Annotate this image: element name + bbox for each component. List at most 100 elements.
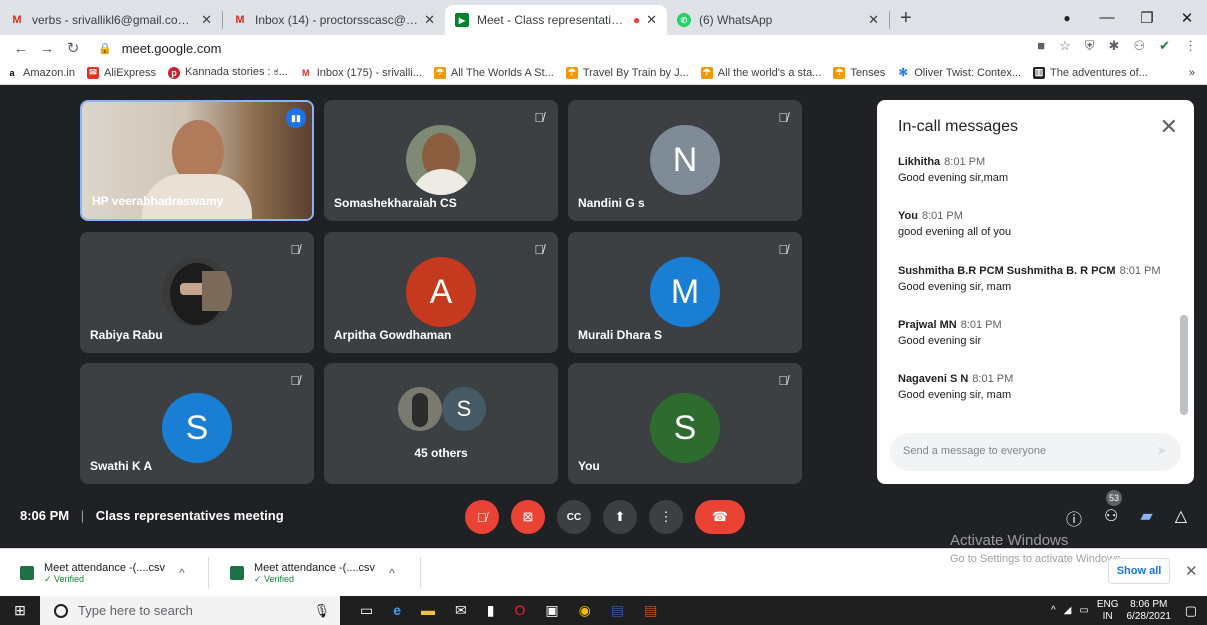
site-icon: ☂ — [700, 66, 713, 79]
more-bookmarks-icon[interactable]: » — [1189, 67, 1195, 79]
bookmark-worlds[interactable]: ☂ All The Worlds A St... — [433, 66, 554, 79]
chevron-up-icon[interactable]: ^ — [389, 566, 395, 580]
camera-off-button[interactable]: ⊠ — [511, 500, 545, 534]
chrome-icon[interactable]: ◉ — [579, 602, 591, 619]
system-clock[interactable]: 8:06 PM 6/28/2021 — [1127, 599, 1172, 623]
word-icon[interactable]: ▤ — [611, 602, 624, 619]
puzzle-icon[interactable]: ✱ — [1109, 38, 1120, 54]
download-filename: Meet attendance -(....csv — [254, 561, 376, 574]
participant-tile[interactable]: ▮▮ HP veerabhadraswamy — [80, 100, 314, 221]
forward-button[interactable]: → — [34, 40, 60, 57]
show-all-button[interactable]: Show all — [1108, 558, 1170, 584]
chevron-up-icon[interactable]: ^ — [179, 566, 185, 580]
present-screen-button[interactable]: ⬆ — [603, 500, 637, 534]
participant-tile[interactable]: 🎙̸ A Arpitha Gowdhaman — [324, 232, 558, 353]
back-button[interactable]: ← — [8, 40, 34, 57]
powerpoint-icon[interactable]: ▤ — [644, 602, 657, 619]
others-tile[interactable]: S 45 others — [324, 363, 558, 484]
mic-off-icon: 🎙̸ — [534, 242, 544, 257]
gmail-icon: M — [12, 14, 22, 26]
task-view-icon[interactable]: ▭ — [360, 602, 373, 619]
mail-icon[interactable]: ✉ — [455, 602, 467, 619]
others-photo — [398, 387, 442, 431]
close-icon[interactable]: ✕ — [201, 12, 212, 28]
network-icon[interactable]: ◢ — [1064, 605, 1072, 616]
bookmark-kannada[interactable]: p Kannada stories : ಕ... — [167, 66, 288, 79]
chat-scrollbar[interactable] — [1180, 315, 1188, 415]
send-icon[interactable]: ➤ — [1156, 443, 1167, 459]
bookmark-travel[interactable]: ☂ Travel By Train by J... — [565, 66, 689, 79]
participant-name: 45 others — [414, 446, 468, 460]
chat-input[interactable]: Send a message to everyone ➤ — [890, 433, 1181, 471]
taskbar-search[interactable]: Type here to search 🎙 — [40, 596, 340, 625]
profile-icon[interactable]: ⚇ — [1133, 38, 1145, 54]
close-downloads-icon[interactable]: ✕ — [1185, 562, 1198, 580]
captions-button[interactable]: CC — [557, 500, 591, 534]
camera-icon[interactable]: ■ — [1037, 38, 1045, 54]
tab-whatsapp[interactable]: ✆ (6) WhatsApp ✕ — [667, 5, 889, 35]
close-icon[interactable]: ✕ — [868, 12, 879, 28]
leave-call-button[interactable]: ☎ — [695, 500, 745, 534]
bookmark-label: Tenses — [850, 66, 886, 79]
bookmark-inbox[interactable]: M Inbox (175) - srivalli... — [299, 66, 422, 79]
battery-icon[interactable]: ▭ — [1079, 605, 1088, 616]
bookmark-tenses[interactable]: ☂ Tenses — [833, 66, 886, 79]
file-explorer-icon[interactable]: ▬ — [421, 602, 435, 619]
bookmark-label: Inbox (175) - srivalli... — [316, 66, 422, 79]
document-icon[interactable]: ▮ — [487, 602, 495, 619]
maximize-button[interactable]: ❐ — [1127, 9, 1167, 27]
opera-icon[interactable]: O — [514, 602, 525, 619]
whatsapp-icon: ✆ — [677, 13, 691, 27]
close-icon[interactable]: ✕ — [424, 12, 435, 28]
close-window-button[interactable]: ✕ — [1167, 9, 1207, 27]
bookmark-aliexpress[interactable]: ✉ AliExpress — [86, 66, 156, 79]
activities-icon[interactable]: △ — [1175, 506, 1187, 530]
more-options-button[interactable]: ⋮ — [649, 500, 683, 534]
bookmark-amazon[interactable]: a Amazon.in — [6, 66, 75, 79]
language-indicator[interactable]: ENG IN — [1097, 599, 1119, 623]
bookmark-oliver[interactable]: ✻ Oliver Twist: Contex... — [897, 66, 1021, 79]
address-bar[interactable]: 🔒 meet.google.com — [98, 41, 221, 56]
tab-title: (6) WhatsApp — [699, 13, 773, 27]
participant-tile[interactable]: 🎙̸ S Swathi K A — [80, 363, 314, 484]
download-item[interactable]: Meet attendance -(....csv ✓ Verified ^ — [0, 555, 205, 591]
notification-icon[interactable]: ▢ — [1185, 603, 1197, 619]
close-icon[interactable]: ✕ — [1160, 114, 1178, 140]
tab-meet[interactable]: ▶ Meet - Class representatives ● ✕ — [445, 5, 667, 35]
chat-icon[interactable]: ▰ — [1140, 506, 1152, 530]
edge-icon[interactable]: e — [393, 602, 401, 619]
download-item[interactable]: Meet attendance -(....csv ✓ Verified ^ — [210, 555, 415, 591]
microphone-icon[interactable]: 🎙 — [313, 603, 330, 619]
language-label: ENG — [1096, 598, 1119, 610]
participant-name: Somashekharaiah CS — [334, 196, 457, 210]
shield-icon[interactable]: ⛨ — [1085, 38, 1095, 54]
close-icon[interactable]: ✕ — [646, 12, 657, 28]
bookmark-label: AliExpress — [103, 66, 156, 79]
participants-icon[interactable]: ⚇ 53 — [1104, 490, 1123, 530]
avatar: A — [406, 257, 476, 327]
bookmark-adventures[interactable]: ▥ The adventures of... — [1033, 66, 1148, 79]
store-icon[interactable]: ▣ — [545, 602, 558, 619]
tab-gmail-verbs[interactable]: M verbs - srivallikl6@gmail.com - G ✕ — [0, 5, 222, 35]
self-tile[interactable]: 🎙̸ S You — [568, 363, 802, 484]
reload-button[interactable]: ↻ — [60, 39, 86, 57]
profile-dot-icon[interactable]: ● — [1047, 11, 1087, 25]
menu-icon[interactable]: ⋮ — [1184, 38, 1197, 54]
tab-gmail-inbox[interactable]: M Inbox (14) - proctorsscasc@gmai ✕ — [223, 5, 445, 35]
minimize-button[interactable]: — — [1087, 9, 1127, 26]
chevron-up-icon[interactable]: ^ — [1051, 605, 1056, 616]
participant-name: HP veerabhadraswamy — [92, 194, 224, 208]
check-shield-icon[interactable]: ✔ — [1159, 38, 1170, 54]
new-tab-button[interactable]: + — [900, 7, 912, 30]
participant-tile[interactable]: 🎙̸ N Nandini G s — [568, 100, 802, 221]
participant-tile[interactable]: 🎙̸ Somashekharaiah CS — [324, 100, 558, 221]
participant-tile[interactable]: 🎙̸ M Murali Dhara S — [568, 232, 802, 353]
info-icon[interactable]: ⓘ — [1066, 506, 1082, 530]
message-sender: Prajwal MN — [898, 319, 957, 331]
star-icon[interactable]: ☆ — [1059, 38, 1071, 54]
windows-start-icon[interactable]: ⊞ — [0, 602, 40, 619]
mic-off-button[interactable]: 🎙̸ — [465, 500, 499, 534]
participant-tile[interactable]: 🎙̸ Rabiya Rabu — [80, 232, 314, 353]
verified-status: ✓ Verified — [254, 573, 295, 584]
bookmark-worlds-stage[interactable]: ☂ All the world's a sta... — [700, 66, 821, 79]
